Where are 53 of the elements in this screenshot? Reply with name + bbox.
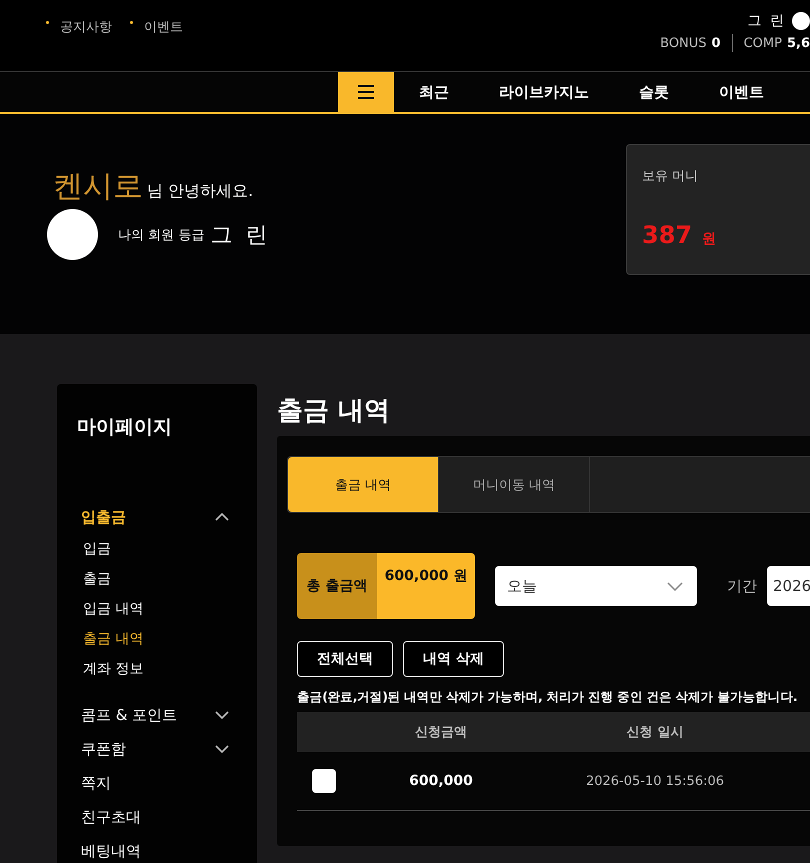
grade-name: 그 린: [210, 222, 270, 250]
member-grade: 그 린: [748, 12, 786, 30]
menu-icon: [357, 85, 375, 99]
sidebar-item[interactable]: 콤프 & 포인트: [77, 698, 237, 732]
action-button[interactable]: 전체선택: [297, 641, 393, 677]
grade-avatar: [47, 209, 98, 260]
sidebar-item[interactable]: 베팅내역: [77, 834, 237, 863]
sidebar-subitem[interactable]: 입금 내역: [77, 594, 237, 624]
table-cell-text: 600,000: [408, 773, 474, 789]
sidebar-item[interactable]: 쿠폰함: [77, 732, 237, 766]
summary-label: 총 출금액: [297, 553, 377, 619]
tab[interactable]: 머니이동 내역: [439, 457, 590, 512]
sidebar-subitem[interactable]: 입금: [77, 534, 237, 564]
period-select[interactable]: 오늘: [495, 566, 697, 606]
sidebar-item[interactable]: 입출금: [77, 500, 237, 534]
sidebar-title: 마이페이지: [77, 415, 173, 440]
bullet-icon: [46, 20, 49, 24]
bonus-label: BONUS: [660, 36, 707, 50]
top-link[interactable]: 공지사항: [46, 18, 112, 36]
chevron-down-icon: [667, 582, 683, 590]
sidebar-item[interactable]: 친구초대: [77, 800, 237, 834]
summary-value: 600,000 원: [377, 553, 475, 619]
nav-link[interactable]: 라이브카지노: [474, 72, 614, 112]
money-amount: 387: [642, 221, 692, 249]
date-field[interactable]: 2026: [767, 566, 810, 606]
money-unit: 원: [702, 230, 716, 248]
user-name: 켄시로: [53, 168, 143, 206]
comp-label: COMP: [744, 36, 782, 50]
sidebar-subitem[interactable]: 출금: [77, 564, 237, 594]
money-label: 보유 머니: [642, 168, 700, 185]
grade-label: 나의 회원 등급: [118, 226, 204, 244]
column-header: 신청금액: [414, 724, 468, 741]
greeting-text: 님 안녕하세요.: [147, 181, 254, 202]
table-cell-text: 2026-05-10 15:56:06: [584, 774, 726, 788]
bullet-icon: [130, 20, 133, 24]
sidebar-subitem[interactable]: 계좌 정보: [77, 654, 237, 684]
nav-link[interactable]: 이벤트: [694, 72, 789, 112]
notice-text: 출금(완료,거절)된 내역만 삭제가 가능하며, 처리가 진행 중인 건은 삭제가 불가능합니다.: [296, 689, 798, 706]
tab[interactable]: 출금 내역: [288, 457, 439, 512]
sidebar-subitem[interactable]: 출금 내역: [77, 624, 237, 654]
comp-value: 5,6: [786, 36, 810, 50]
page-title: 출금 내역: [277, 394, 392, 428]
avatar-icon: [792, 12, 810, 30]
action-button[interactable]: 내역 삭제: [403, 641, 504, 677]
menu-button[interactable]: [338, 72, 394, 112]
nav-link[interactable]: 슬롯: [614, 72, 694, 112]
sidebar-item[interactable]: 쪽지: [77, 766, 237, 800]
column-header: 신청 일시: [626, 724, 684, 741]
period-label: 기간: [727, 576, 757, 596]
row-checkbox[interactable]: [312, 769, 336, 793]
nav-link[interactable]: 최근: [394, 72, 474, 112]
bonus-value: 0: [712, 36, 721, 50]
top-link[interactable]: 이벤트: [130, 18, 183, 36]
